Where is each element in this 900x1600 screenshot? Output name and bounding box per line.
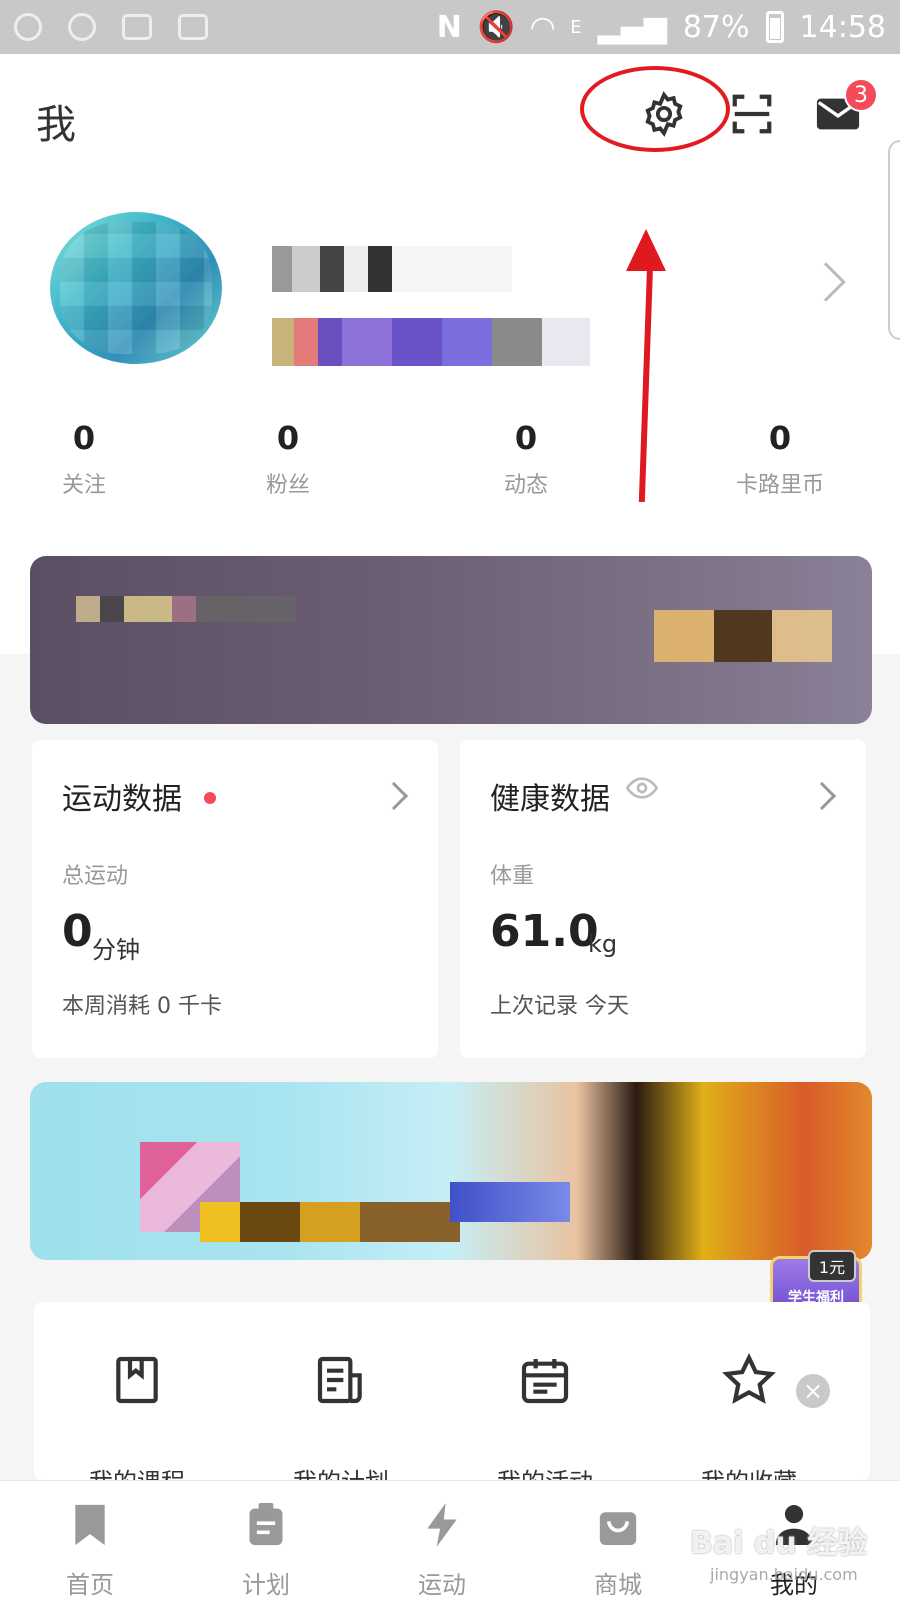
banner-image-redacted <box>200 1202 460 1242</box>
banner-button-redacted <box>654 610 832 662</box>
nav-label: 运动 <box>418 1571 466 1599</box>
watermark-url: jingyan.baidu.com <box>710 1565 858 1584</box>
page-title: 我 <box>36 102 76 148</box>
stat-label: 粉丝 <box>265 473 310 498</box>
quick-item-favorites[interactable]: 我的收藏 <box>674 1352 824 1497</box>
settings-button[interactable] <box>640 90 688 138</box>
eye-icon[interactable] <box>625 772 659 808</box>
card-sub-label: 总运动 <box>62 864 129 889</box>
message-count-badge: 3 <box>844 78 878 112</box>
battery-percent: 87% <box>682 9 750 45</box>
stat-label: 关注 <box>61 473 106 498</box>
bag-icon <box>599 1512 637 1545</box>
mail-notification-icon <box>178 14 208 40</box>
stat-value: 0 <box>72 419 96 457</box>
quick-menu: 我的课程 我的计划 我的活动 我的收藏 <box>34 1302 870 1496</box>
sport-data-card[interactable]: 运动数据 总运动 0 分钟 本周消耗 0 千卡 <box>32 740 438 1058</box>
calendar-icon <box>521 1359 569 1404</box>
status-bar: N 🔇 ◠ E ▂▄▆ 87% 14:58 <box>0 0 900 54</box>
wifi-icon: ◠ <box>531 9 555 45</box>
chevron-right-icon <box>379 781 409 811</box>
bookmark-icon <box>75 1504 105 1546</box>
banner-image-redacted <box>450 1182 570 1222</box>
username-redacted <box>272 246 512 292</box>
nav-mall[interactable]: 商城 <box>558 1503 678 1600</box>
card-title: 健康数据 <box>490 782 610 817</box>
plan-doc-icon <box>317 1356 362 1404</box>
promo-price-tag: 1元 <box>808 1250 856 1282</box>
total-exercise-value: 0 <box>62 906 93 957</box>
scan-button[interactable] <box>728 90 776 138</box>
last-record: 上次记录 今天 <box>490 994 629 1019</box>
weight-value: 61.0 <box>490 906 599 957</box>
chevron-right-icon[interactable] <box>806 262 846 302</box>
health-data-card[interactable]: 健康数据 体重 61.0 kg 上次记录 今天 <box>460 740 866 1058</box>
scan-icon <box>732 94 772 134</box>
nav-label: 首页 <box>66 1571 114 1599</box>
watermark-logo: Bai du 经验 <box>690 1526 868 1561</box>
promo-banner-redacted[interactable] <box>30 1082 872 1260</box>
signal-icon: ▂▄▆ <box>597 9 667 45</box>
stats-row: 0 关注 0 粉丝 0 动态 0 卡路里币 <box>0 419 900 509</box>
mute-icon: 🔇 <box>477 9 516 45</box>
nav-sport[interactable]: 运动 <box>382 1503 502 1600</box>
star-icon <box>722 1352 776 1404</box>
quick-item-plans[interactable]: 我的计划 <box>266 1352 416 1497</box>
card-sub-label: 体重 <box>490 864 535 889</box>
stat-value: 0 <box>514 419 538 457</box>
battery-icon <box>765 11 784 43</box>
nfc-icon: N <box>436 9 462 45</box>
stat-value: 0 <box>276 419 300 457</box>
stat-following[interactable]: 0 关注 <box>4 419 164 499</box>
app-notification-icon <box>14 13 42 41</box>
nav-label: 商城 <box>594 1571 642 1599</box>
user-tags-redacted <box>272 318 590 366</box>
messages-button[interactable]: 3 <box>814 78 878 138</box>
lightning-icon <box>427 1503 457 1547</box>
network-type: E <box>570 16 582 38</box>
gear-icon <box>645 91 683 137</box>
membership-banner-redacted[interactable] <box>30 556 872 724</box>
annotation-arrow-head <box>626 229 666 271</box>
clock: 14:58 <box>799 9 886 45</box>
stat-posts[interactable]: 0 动态 <box>446 419 606 499</box>
chevron-right-icon <box>807 781 837 811</box>
stat-calorie-coins[interactable]: 0 卡路里币 <box>700 419 860 499</box>
nav-label: 计划 <box>242 1571 290 1599</box>
nav-plan[interactable]: 计划 <box>206 1503 326 1600</box>
image-icon <box>122 14 152 40</box>
quick-item-activities[interactable]: 我的活动 <box>470 1352 620 1497</box>
new-dot-indicator <box>204 792 216 804</box>
app-notification-icon <box>68 13 96 41</box>
value-unit: kg <box>588 930 618 958</box>
clipboard-icon <box>249 1503 283 1546</box>
stat-followers[interactable]: 0 粉丝 <box>208 419 368 499</box>
avatar[interactable] <box>50 212 222 364</box>
bookmark-book-icon <box>116 1356 158 1404</box>
edge-panel-handle[interactable] <box>888 140 900 340</box>
stat-value: 0 <box>768 419 792 457</box>
value-unit: 分钟 <box>92 936 140 964</box>
card-title: 运动数据 <box>62 782 182 817</box>
weekly-calories: 本周消耗 0 千卡 <box>62 994 222 1019</box>
quick-item-courses[interactable]: 我的课程 <box>62 1352 212 1497</box>
stat-label: 动态 <box>503 473 548 498</box>
close-icon[interactable]: × <box>796 1374 830 1408</box>
stat-label: 卡路里币 <box>735 473 824 498</box>
banner-text-redacted <box>76 596 296 622</box>
nav-home[interactable]: 首页 <box>30 1503 150 1600</box>
